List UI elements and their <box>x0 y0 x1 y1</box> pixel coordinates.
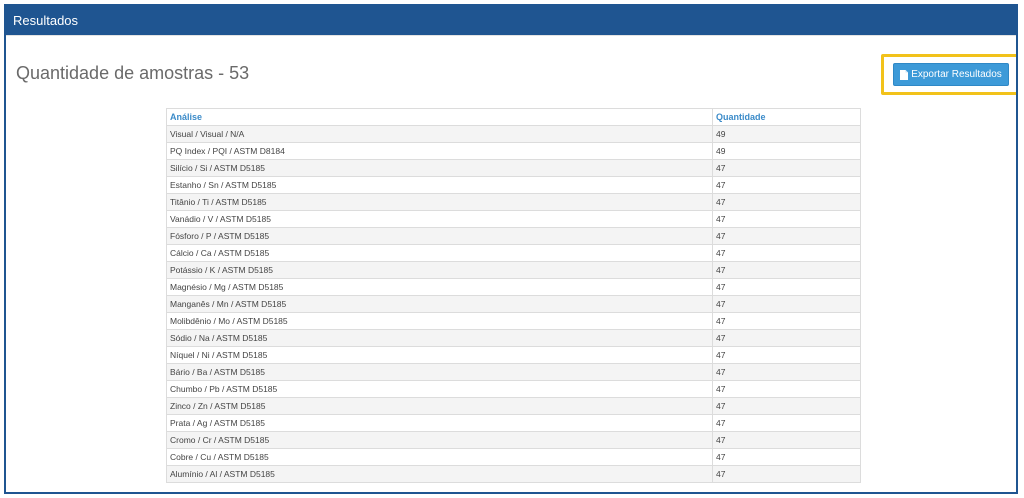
analysis-cell: Bário / Ba / ASTM D5185 <box>166 363 713 381</box>
panel-header: Resultados <box>6 6 1016 35</box>
analysis-cell: Chumbo / Pb / ASTM D5185 <box>166 380 713 398</box>
panel-body: Quantidade de amostras - 53 Exportar Res… <box>6 35 1016 492</box>
analysis-cell: Vanádio / V / ASTM D5185 <box>166 210 713 228</box>
analysis-cell: Cálcio / Ca / ASTM D5185 <box>166 244 713 262</box>
table-row: PQ Index / PQI / ASTM D8184 49 <box>166 142 861 160</box>
quantity-cell: 49 <box>712 142 861 160</box>
table-row: Chumbo / Pb / ASTM D5185 47 <box>166 380 861 398</box>
quantity-cell: 47 <box>712 278 861 296</box>
panel-title: Resultados <box>13 13 79 28</box>
analysis-cell: Potássio / K / ASTM D5185 <box>166 261 713 279</box>
quantity-cell: 47 <box>712 227 861 245</box>
quantity-cell: 47 <box>712 363 861 381</box>
table-row: Magnésio / Mg / ASTM D5185 47 <box>166 278 861 296</box>
document-icon <box>900 69 909 80</box>
quantity-cell: 47 <box>712 210 861 228</box>
table-row: Cromo / Cr / ASTM D5185 47 <box>166 431 861 449</box>
analysis-cell: Titânio / Ti / ASTM D5185 <box>166 193 713 211</box>
column-header-quantity[interactable]: Quantidade <box>712 108 861 126</box>
analysis-cell: Fósforo / P / ASTM D5185 <box>166 227 713 245</box>
table-row: Cálcio / Ca / ASTM D5185 47 <box>166 244 861 262</box>
analysis-cell: Cromo / Cr / ASTM D5185 <box>166 431 713 449</box>
table-row: Cobre / Cu / ASTM D5185 47 <box>166 448 861 466</box>
analysis-cell: Magnésio / Mg / ASTM D5185 <box>166 278 713 296</box>
analysis-cell: Visual / Visual / N/A <box>166 125 713 143</box>
results-panel: Resultados Quantidade de amostras - 53 E… <box>4 4 1018 494</box>
table-row: Titânio / Ti / ASTM D5185 47 <box>166 193 861 211</box>
quantity-cell: 47 <box>712 193 861 211</box>
quantity-cell: 47 <box>712 295 861 313</box>
table-row: Molibdênio / Mo / ASTM D5185 47 <box>166 312 861 330</box>
table-row: Níquel / Ni / ASTM D5185 47 <box>166 346 861 364</box>
quantity-cell: 47 <box>712 244 861 262</box>
analysis-cell: Molibdênio / Mo / ASTM D5185 <box>166 312 713 330</box>
quantity-cell: 47 <box>712 329 861 347</box>
quantity-cell: 47 <box>712 414 861 432</box>
table-row: Zinco / Zn / ASTM D5185 47 <box>166 397 861 415</box>
column-header-analysis[interactable]: Análise <box>166 108 713 126</box>
analysis-cell: Sódio / Na / ASTM D5185 <box>166 329 713 347</box>
table-row: Sódio / Na / ASTM D5185 47 <box>166 329 861 347</box>
analysis-cell: Silício / Si / ASTM D5185 <box>166 159 713 177</box>
quantity-cell: 49 <box>712 125 861 143</box>
quantity-cell: 47 <box>712 346 861 364</box>
analysis-cell: Zinco / Zn / ASTM D5185 <box>166 397 713 415</box>
analysis-cell: Prata / Ag / ASTM D5185 <box>166 414 713 432</box>
table-row: Visual / Visual / N/A 49 <box>166 125 861 143</box>
table-row: Alumínio / Al / ASTM D5185 47 <box>166 465 861 483</box>
table-row: Vanádio / V / ASTM D5185 47 <box>166 210 861 228</box>
table-row: Potássio / K / ASTM D5185 47 <box>166 261 861 279</box>
table-row: Prata / Ag / ASTM D5185 47 <box>166 414 861 432</box>
table-body: Visual / Visual / N/A 49 PQ Index / PQI / … <box>166 125 861 483</box>
export-results-button[interactable]: Exportar Resultados <box>893 63 1009 86</box>
analysis-cell: Cobre / Cu / ASTM D5185 <box>166 448 713 466</box>
results-table: Análise Quantidade Visual / Visual / N/A… <box>166 108 861 483</box>
analysis-cell: Estanho / Sn / ASTM D5185 <box>166 176 713 194</box>
analysis-cell: Níquel / Ni / ASTM D5185 <box>166 346 713 364</box>
quantity-cell: 47 <box>712 159 861 177</box>
table-row: Bário / Ba / ASTM D5185 47 <box>166 363 861 381</box>
quantity-cell: 47 <box>712 465 861 483</box>
quantity-cell: 47 <box>712 397 861 415</box>
quantity-cell: 47 <box>712 431 861 449</box>
table-row: Silício / Si / ASTM D5185 47 <box>166 159 861 177</box>
table-row: Fósforo / P / ASTM D5185 47 <box>166 227 861 245</box>
quantity-cell: 47 <box>712 312 861 330</box>
analysis-cell: PQ Index / PQI / ASTM D8184 <box>166 142 713 160</box>
export-results-label: Exportar Resultados <box>911 69 1002 80</box>
table-row: Estanho / Sn / ASTM D5185 47 <box>166 176 861 194</box>
quantity-cell: 47 <box>712 176 861 194</box>
quantity-cell: 47 <box>712 380 861 398</box>
quantity-cell: 47 <box>712 261 861 279</box>
table-row: Manganês / Mn / ASTM D5185 47 <box>166 295 861 313</box>
table-header-row: Análise Quantidade <box>166 108 861 126</box>
analysis-cell: Manganês / Mn / ASTM D5185 <box>166 295 713 313</box>
analysis-cell: Alumínio / Al / ASTM D5185 <box>166 465 713 483</box>
quantity-cell: 47 <box>712 448 861 466</box>
sample-count-title: Quantidade de amostras - 53 <box>16 63 250 83</box>
results-table-container: Análise Quantidade Visual / Visual / N/A… <box>166 108 861 483</box>
